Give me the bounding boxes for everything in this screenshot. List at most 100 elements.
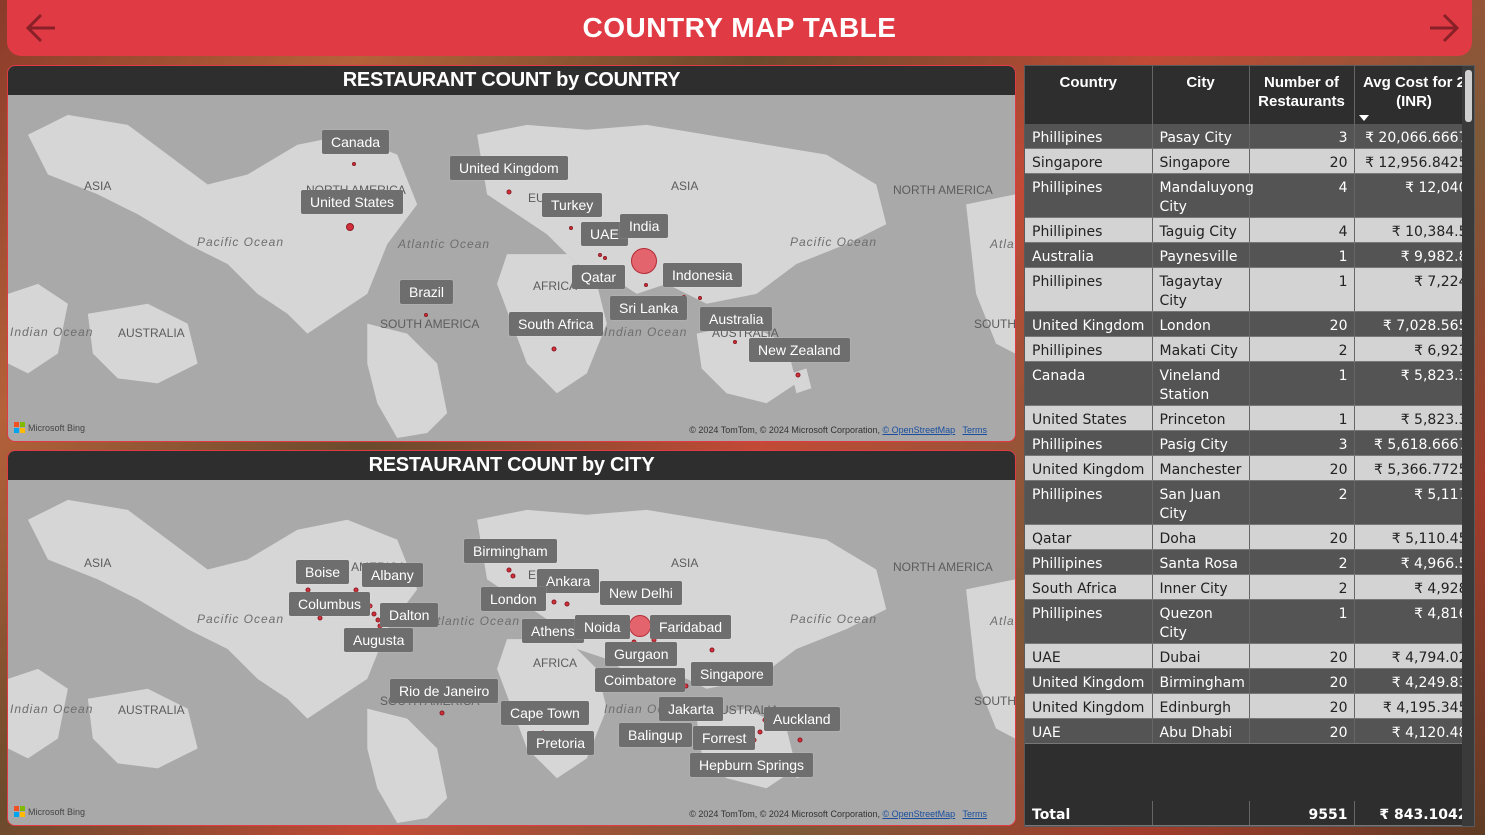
map-tag-city[interactable]: Birmingham xyxy=(464,539,557,563)
table-row[interactable]: Phillipines Santa Rosa 2 ₹ 4,966.5 xyxy=(1025,549,1474,575)
map-tag-country[interactable]: Turkey xyxy=(542,193,603,217)
map-tag-country[interactable]: South Africa xyxy=(509,312,603,336)
table-row[interactable]: United States Princeton 1 ₹ 5,823.3 xyxy=(1025,405,1474,431)
terms-link[interactable]: Terms xyxy=(963,425,988,435)
map-tag-city[interactable]: Singapore xyxy=(691,662,773,686)
table-row[interactable]: Phillipines Mandaluyong City 4 ₹ 12,040 xyxy=(1025,173,1474,218)
cell-restaurants: 1 xyxy=(1249,361,1355,406)
map-tag-country[interactable]: Indonesia xyxy=(663,263,742,287)
map-point-australia[interactable] xyxy=(733,340,737,344)
map-tag-country[interactable]: Sri Lanka xyxy=(610,296,688,320)
table-row[interactable]: United Kingdom Birmingham 20 ₹ 4,249.83 xyxy=(1025,668,1474,694)
map-tag-country[interactable]: India xyxy=(620,214,669,238)
map-tag-city[interactable]: London xyxy=(481,587,546,611)
table-row[interactable]: Phillipines Tagaytay City 1 ₹ 7,224 xyxy=(1025,267,1474,312)
map-tag-city[interactable]: Auckland xyxy=(764,707,840,731)
table-row[interactable]: Phillipines Pasay City 3 ₹ 20,066.6667 xyxy=(1025,124,1474,149)
table-row[interactable]: Phillipines Pasig City 3 ₹ 5,618.6667 xyxy=(1025,430,1474,456)
map-tag-country[interactable]: United States xyxy=(301,190,404,214)
map-point-city[interactable] xyxy=(757,729,763,735)
table-row[interactable]: UAE Dubai 20 ₹ 4,794.02 xyxy=(1025,643,1474,669)
map-tag-city[interactable]: Boise xyxy=(296,560,350,584)
map-point-canada[interactable] xyxy=(352,162,356,166)
map-tag-city[interactable]: Ankara xyxy=(537,569,600,593)
map-point-city[interactable] xyxy=(797,737,803,743)
scrollbar-thumb[interactable] xyxy=(1465,70,1472,122)
map-tag-city[interactable]: Faridabad xyxy=(650,615,732,639)
table-row[interactable]: South Africa Inner City 2 ₹ 4,928 xyxy=(1025,574,1474,600)
map-tag-city[interactable]: Noida xyxy=(575,615,630,639)
map-point-city[interactable] xyxy=(317,615,323,621)
map-point-city-cluster[interactable] xyxy=(629,615,651,637)
map-point-new-zealand[interactable] xyxy=(795,372,801,378)
map-tag-city[interactable]: Columbus xyxy=(289,592,371,616)
table-row[interactable]: Singapore Singapore 20 ₹ 12,956.8425 xyxy=(1025,148,1474,174)
arrow-right-icon[interactable] xyxy=(1424,8,1464,48)
map-point-uae[interactable] xyxy=(598,253,602,257)
map-tag-country[interactable]: United Kingdom xyxy=(450,156,568,180)
map-point-city[interactable] xyxy=(371,611,377,617)
column-header-avg-cost[interactable]: Avg Cost for 2 (INR) xyxy=(1354,66,1474,124)
map-tag-city[interactable]: Augusta xyxy=(344,628,414,652)
bing-logo: Microsoft Bing xyxy=(14,806,85,817)
map-point-city[interactable] xyxy=(439,710,445,716)
map-point-sri-lanka[interactable] xyxy=(644,283,648,287)
table-row[interactable]: Canada Vineland Station 1 ₹ 5,823.3 xyxy=(1025,361,1474,406)
table-row[interactable]: United Kingdom Edinburgh 20 ₹ 4,195.345 xyxy=(1025,693,1474,719)
map-point-brazil[interactable] xyxy=(424,313,428,317)
map-tag-city[interactable]: Pretoria xyxy=(527,731,595,755)
table-row[interactable]: Qatar Doha 20 ₹ 5,110.45 xyxy=(1025,524,1474,550)
cell-city: Quezon City xyxy=(1152,599,1250,644)
map-tag-city[interactable]: Dalton xyxy=(380,603,439,627)
city-map-visual[interactable]: RESTAURANT COUNT by CITY ASIA NORTH AMER… xyxy=(7,450,1016,826)
map-tag-country[interactable]: Canada xyxy=(322,130,390,154)
column-header-city[interactable]: City xyxy=(1152,66,1250,124)
map-tag-city[interactable]: Jakarta xyxy=(659,697,723,721)
map-tag-city[interactable]: Forrest xyxy=(693,726,756,750)
table-row[interactable]: Phillipines Quezon City 1 ₹ 4,816 xyxy=(1025,599,1474,644)
column-header-restaurants[interactable]: Number of Restaurants xyxy=(1249,66,1355,124)
map-tag-country[interactable]: Brazil xyxy=(400,280,454,304)
map-point-city[interactable] xyxy=(506,567,512,573)
map-tag-country[interactable]: New Zealand xyxy=(749,338,850,362)
country-map-canvas[interactable]: ASIA NORTH AMERICA EUROPE ASIA NORTH AME… xyxy=(8,95,1015,441)
table-row[interactable]: Phillipines Taguig City 4 ₹ 10,384.5 xyxy=(1025,217,1474,243)
map-tag-city[interactable]: Gurgaon xyxy=(605,642,678,666)
map-tag-country[interactable]: Australia xyxy=(700,307,773,331)
map-tag-city[interactable]: Rio de Janeiro xyxy=(390,679,499,703)
table-row[interactable]: Australia Paynesville 1 ₹ 9,982.8 xyxy=(1025,242,1474,268)
arrow-left-icon[interactable] xyxy=(21,8,61,48)
map-point-indonesia[interactable] xyxy=(698,296,702,300)
map-point-city[interactable] xyxy=(551,599,557,605)
map-tag-country[interactable]: Qatar xyxy=(572,265,626,289)
map-tag-city[interactable]: Cape Town xyxy=(501,701,589,725)
map-tag-city[interactable]: Coimbatore xyxy=(595,668,686,692)
osm-link[interactable]: © OpenStreetMap xyxy=(882,809,955,819)
table-row[interactable]: UAE Abu Dhabi 20 ₹ 4,120.48 xyxy=(1025,718,1474,744)
country-city-table[interactable]: Country City Number of Restaurants Avg C… xyxy=(1024,65,1475,827)
map-point-turkey[interactable] xyxy=(569,226,573,230)
map-point-qatar[interactable] xyxy=(603,256,607,260)
map-point-city[interactable] xyxy=(564,601,570,607)
table-row[interactable]: Phillipines San Juan City 2 ₹ 5,117 xyxy=(1025,480,1474,525)
map-tag-city[interactable]: Albany xyxy=(362,563,423,587)
map-point-city[interactable] xyxy=(709,647,715,653)
table-row[interactable]: Phillipines Makati City 2 ₹ 6,923 xyxy=(1025,336,1474,362)
terms-link[interactable]: Terms xyxy=(963,809,988,819)
map-tag-city[interactable]: Hepburn Springs xyxy=(690,753,814,777)
map-point-united-kingdom[interactable] xyxy=(506,189,512,195)
map-point-city[interactable] xyxy=(510,573,516,579)
osm-link[interactable]: © OpenStreetMap xyxy=(882,425,955,435)
map-tag-city[interactable]: New Delhi xyxy=(600,581,682,605)
map-point-india[interactable] xyxy=(631,248,657,274)
map-point-united-states[interactable] xyxy=(346,223,354,231)
table-row[interactable]: United Kingdom Manchester 20 ₹ 5,366.7725 xyxy=(1025,455,1474,481)
country-map-visual[interactable]: RESTAURANT COUNT by COUNTRY ASIA NORTH A… xyxy=(7,65,1016,442)
ocean-label: Indian Oc xyxy=(604,702,665,716)
map-point-south-africa[interactable] xyxy=(551,346,557,352)
map-tag-city[interactable]: Balingup xyxy=(619,723,692,747)
table-scrollbar[interactable] xyxy=(1462,66,1474,826)
city-map-canvas[interactable]: ASIA NORTH AMERICA EUROPE ASIA NORTH AME… xyxy=(8,480,1015,825)
table-row[interactable]: United Kingdom London 20 ₹ 7,028.565 xyxy=(1025,311,1474,337)
column-header-country[interactable]: Country xyxy=(1025,66,1153,124)
